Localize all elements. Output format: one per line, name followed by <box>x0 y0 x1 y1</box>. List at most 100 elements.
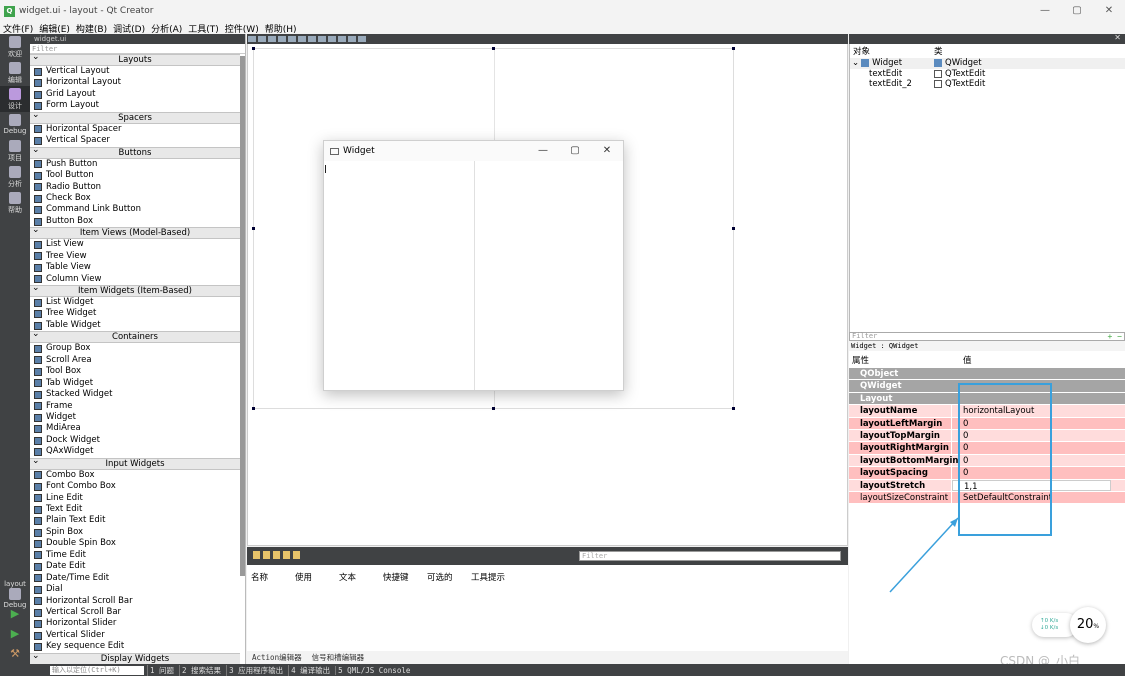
edit-widgets-icon[interactable] <box>248 36 256 42</box>
locator-input[interactable]: 输入以定位(Ctrl+K) <box>50 665 144 675</box>
layout-splitter-v-icon[interactable] <box>318 36 326 42</box>
widget-item[interactable]: Form Layout <box>30 100 240 111</box>
property-filter-input[interactable]: Filter + − <box>849 332 1125 341</box>
widget-item[interactable]: Command Link Button <box>30 204 240 215</box>
widget-item[interactable]: Vertical Slider <box>30 630 240 641</box>
menu-analyze[interactable]: 分析(A) <box>148 22 185 35</box>
action-filter-input[interactable]: Filter <box>579 551 841 561</box>
column-checkable[interactable]: 可选的 <box>427 571 471 583</box>
widget-item[interactable]: Horizontal Layout <box>30 77 240 88</box>
mode-debug[interactable]: Debug <box>0 112 30 138</box>
resize-handle[interactable] <box>732 227 735 230</box>
menu-file[interactable]: 文件(F) <box>0 22 36 35</box>
tree-row-textedit-2[interactable]: textEdit_2 QTextEdit <box>850 79 1125 90</box>
close-icon[interactable]: ✕ <box>1114 33 1121 42</box>
category-header[interactable]: Display Widgets <box>30 651 240 665</box>
resize-handle[interactable] <box>492 407 495 410</box>
column-text[interactable]: 文本 <box>339 571 383 583</box>
widget-item[interactable]: Vertical Scroll Bar <box>30 607 240 618</box>
tab-search-results[interactable]: 2 搜索结果 <box>179 664 223 676</box>
widget-item[interactable]: Scroll Area <box>30 355 240 366</box>
widget-item[interactable]: Frame <box>30 401 240 412</box>
category-header[interactable]: Buttons <box>30 145 240 159</box>
category-header[interactable]: Layouts <box>30 52 240 66</box>
tab-action-editor[interactable]: Action编辑器 <box>247 652 307 663</box>
category-header[interactable]: Spacers <box>30 110 240 124</box>
tab-compile-output[interactable]: 4 编译输出 <box>288 664 332 676</box>
remove-property-icon[interactable]: − <box>1117 332 1122 341</box>
column-class[interactable]: 类 <box>934 45 943 57</box>
widget-item[interactable]: Tree View <box>30 251 240 262</box>
menu-build[interactable]: 构建(B) <box>73 22 110 35</box>
resize-handle[interactable] <box>252 47 255 50</box>
resize-handle[interactable] <box>732 47 735 50</box>
preview-text-edits[interactable] <box>324 161 623 390</box>
debug-run-button[interactable]: ▶ <box>0 624 30 644</box>
widget-item[interactable]: Push Button <box>30 159 240 170</box>
layout-form-icon[interactable] <box>338 36 346 42</box>
layout-splitter-h-icon[interactable] <box>308 36 316 42</box>
category-header[interactable]: Item Views (Model-Based) <box>30 225 240 240</box>
widget-item[interactable]: List View <box>30 239 240 250</box>
widget-item[interactable]: Horizontal Scroll Bar <box>30 596 240 607</box>
category-header[interactable]: Item Widgets (Item-Based) <box>30 283 240 297</box>
menu-debug[interactable]: 调试(D) <box>110 22 148 35</box>
preview-minimize-button[interactable]: — <box>527 141 559 161</box>
resize-handle[interactable] <box>732 407 735 410</box>
widget-item[interactable]: Plain Text Edit <box>30 515 240 526</box>
widget-item[interactable]: List Widget <box>30 297 240 308</box>
group-qobject[interactable]: QObject <box>849 368 1125 381</box>
break-layout-icon[interactable] <box>348 36 356 42</box>
widget-item[interactable]: Line Edit <box>30 493 240 504</box>
delete-action-icon[interactable] <box>283 551 290 559</box>
tab-app-output[interactable]: 3 应用程序输出 <box>226 664 285 676</box>
widget-item[interactable]: Text Edit <box>30 504 240 515</box>
tree-row-widget[interactable]: ⌄ Widget QWidget <box>850 58 1125 69</box>
preview-maximize-button[interactable]: ▢ <box>559 141 591 161</box>
layout-vertical-icon[interactable] <box>298 36 306 42</box>
column-object[interactable]: 对象 <box>850 45 934 57</box>
mode-design[interactable]: 设计 <box>0 86 30 112</box>
widget-item[interactable]: Tool Box <box>30 366 240 377</box>
column-value[interactable]: 值 <box>963 354 972 366</box>
edit-tab-order-icon[interactable] <box>278 36 286 42</box>
maximize-button[interactable]: ▢ <box>1061 0 1093 22</box>
widget-item[interactable]: Date Edit <box>30 561 240 572</box>
widget-item[interactable]: Button Box <box>30 216 240 227</box>
widget-item[interactable]: Group Box <box>30 343 240 354</box>
edit-signals-icon[interactable] <box>258 36 266 42</box>
add-property-icon[interactable]: + <box>1108 332 1113 341</box>
widget-item[interactable]: Tool Button <box>30 170 240 181</box>
widget-item[interactable]: Check Box <box>30 193 240 204</box>
widget-item[interactable]: Column View <box>30 274 240 285</box>
resize-handle[interactable] <box>252 407 255 410</box>
widget-item[interactable]: MdiArea <box>30 423 240 434</box>
resize-handle[interactable] <box>492 47 495 50</box>
adjust-size-icon[interactable] <box>358 36 366 42</box>
widget-item[interactable]: Vertical Layout <box>30 66 240 77</box>
new-action-icon[interactable] <box>253 551 260 559</box>
widget-item[interactable]: Horizontal Spacer <box>30 124 240 135</box>
file-tab[interactable]: widget.ui <box>30 34 245 44</box>
mode-analyze[interactable]: 分析 <box>0 164 30 190</box>
mode-help[interactable]: 帮助 <box>0 190 30 216</box>
widget-item[interactable]: Table Widget <box>30 320 240 331</box>
widget-item[interactable]: Tab Widget <box>30 378 240 389</box>
widget-item[interactable]: Font Combo Box <box>30 481 240 492</box>
widget-item[interactable]: Grid Layout <box>30 89 240 100</box>
edit-buddies-icon[interactable] <box>268 36 276 42</box>
widget-item[interactable]: Dial <box>30 584 240 595</box>
category-header[interactable]: Input Widgets <box>30 456 240 470</box>
widget-item[interactable]: Date/Time Edit <box>30 573 240 584</box>
minimize-button[interactable]: — <box>1029 0 1061 22</box>
widget-filter-input[interactable]: Filter <box>30 44 245 54</box>
menu-tools[interactable]: 工具(T) <box>185 22 222 35</box>
close-button[interactable]: ✕ <box>1093 0 1125 22</box>
mode-edit[interactable]: 编辑 <box>0 60 30 86</box>
column-property[interactable]: 属性 <box>849 354 963 366</box>
widget-item[interactable]: Key sequence Edit <box>30 641 240 652</box>
widget-item[interactable]: Table View <box>30 262 240 273</box>
widget-item[interactable]: Stacked Widget <box>30 389 240 400</box>
widget-item[interactable]: Dock Widget <box>30 435 240 446</box>
widget-box-scrollbar[interactable] <box>240 56 245 576</box>
